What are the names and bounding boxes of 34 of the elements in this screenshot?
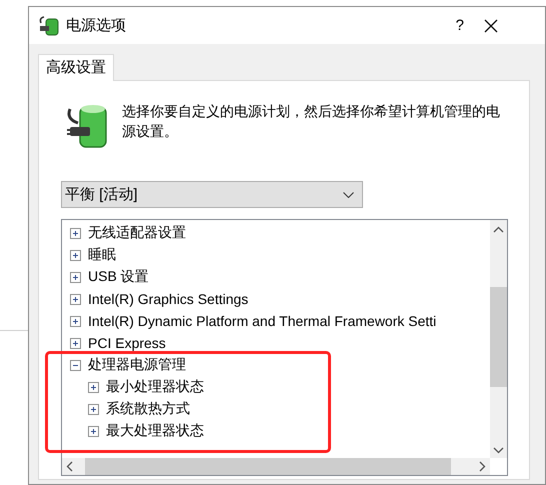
expand-icon[interactable] xyxy=(70,228,81,238)
expand-icon[interactable] xyxy=(70,294,81,304)
tree-item[interactable]: USB 设置 xyxy=(88,268,149,286)
tree-item[interactable]: PCI Express xyxy=(88,335,166,351)
scroll-down-icon[interactable] xyxy=(493,447,504,454)
expand-icon[interactable] xyxy=(88,426,99,436)
expand-icon[interactable] xyxy=(70,250,81,260)
expand-icon[interactable] xyxy=(70,272,81,282)
window-title: 电源选项 xyxy=(66,16,127,35)
plan-dropdown[interactable]: 平衡 [活动] xyxy=(61,181,363,208)
tree-item[interactable]: 最大处理器状态 xyxy=(106,422,204,440)
tree-item[interactable]: 处理器电源管理 xyxy=(88,356,186,374)
tab[interactable]: 高级设置 xyxy=(38,54,114,81)
tree-item[interactable]: 睡眠 xyxy=(88,246,116,264)
power-plug-icon xyxy=(38,14,60,36)
expand-icon[interactable] xyxy=(88,382,99,392)
vertical-scrollbar[interactable] xyxy=(490,220,507,458)
tree-item[interactable]: 最小处理器状态 xyxy=(106,378,204,396)
chevron-down-icon xyxy=(343,192,354,198)
tree-item[interactable]: Intel(R) Dynamic Platform and Thermal Framework Setti xyxy=(88,313,436,329)
collapse-icon[interactable] xyxy=(70,360,81,370)
scroll-left-icon[interactable] xyxy=(66,461,73,472)
tree-item[interactable]: 无线适配器设置 xyxy=(88,224,186,242)
help-button[interactable]: ? xyxy=(452,17,468,34)
scroll-up-icon[interactable] xyxy=(493,226,504,233)
expand-icon[interactable] xyxy=(70,338,81,348)
expand-icon[interactable] xyxy=(88,404,99,414)
tree-item[interactable]: Intel(R) Graphics Settings xyxy=(88,291,248,307)
scroll-right-icon[interactable] xyxy=(479,461,486,472)
expand-icon[interactable] xyxy=(70,316,81,326)
description-text: 选择你要自定义的电源计划，然后选择你希望计算机管理的电源设置。 xyxy=(122,102,501,141)
tree-item[interactable]: 系统散热方式 xyxy=(106,400,190,418)
close-icon[interactable] xyxy=(484,18,498,32)
scroll-thumb[interactable] xyxy=(490,287,507,387)
